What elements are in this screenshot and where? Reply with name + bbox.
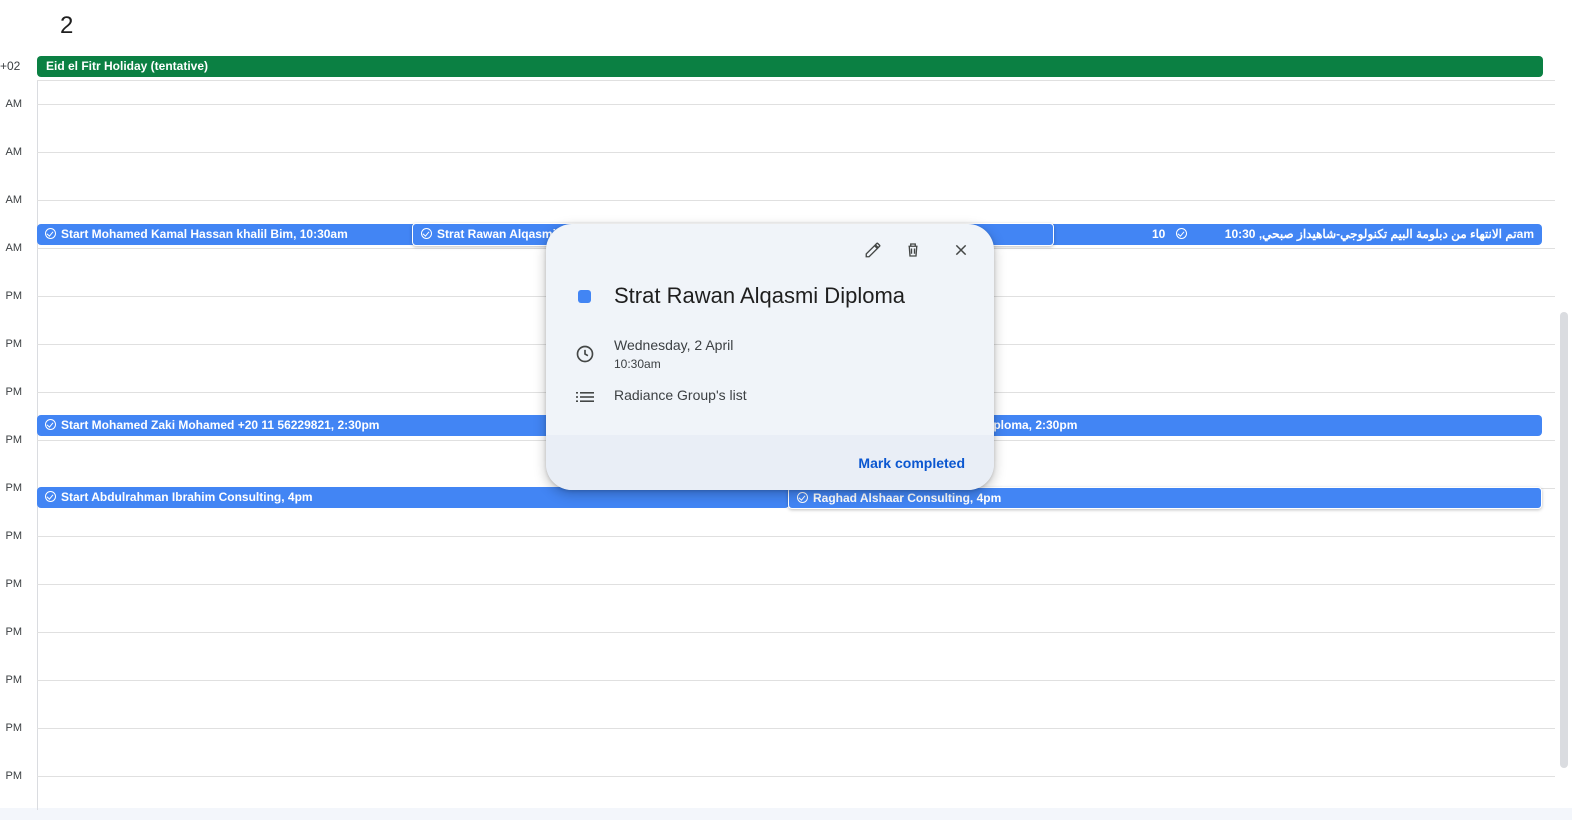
hour-label: AM	[5, 242, 23, 254]
grid-line	[37, 680, 1555, 681]
popup-task-list: Radiance Group's list	[614, 387, 747, 403]
hour-label: PM	[5, 386, 23, 398]
event-title: 10	[1152, 227, 1166, 241]
hour-label: PM	[5, 482, 23, 494]
all-day-event[interactable]: Eid el Fitr Holiday (tentative)	[37, 56, 1543, 77]
hour-label: PM	[5, 290, 23, 302]
task-check-icon	[45, 228, 56, 239]
edit-icon	[864, 241, 882, 264]
task-check-icon	[1176, 228, 1187, 239]
hour-label: PM	[5, 674, 23, 686]
event-title: تم الانتهاء من دبلومة البيم تكنولوجي-شاه…	[1224, 227, 1534, 241]
hour-label: PM	[5, 434, 23, 446]
time-gutter-divider	[37, 80, 38, 810]
event-task-raghad[interactable]: Raghad Alshaar Consulting, 4pm	[788, 487, 1542, 509]
mark-completed-button[interactable]: Mark completed	[858, 455, 965, 471]
task-check-icon	[45, 491, 56, 502]
hour-label: PM	[5, 770, 23, 782]
close-icon	[953, 242, 969, 263]
task-check-icon	[797, 492, 808, 503]
edit-button[interactable]	[861, 240, 885, 264]
close-button[interactable]	[949, 240, 973, 264]
task-check-icon	[421, 228, 432, 239]
grid-line	[37, 632, 1555, 633]
event-task-abdulrahman[interactable]: Start Abdulrahman Ibrahim Consulting, 4p…	[37, 487, 789, 508]
hour-label: AM	[5, 146, 23, 158]
timezone-label: +02	[0, 59, 21, 73]
event-title: Start Abdulrahman Ibrahim Consulting, 4p…	[61, 490, 313, 504]
grid-line	[37, 776, 1555, 777]
hour-label: PM	[5, 626, 23, 638]
task-check-icon	[45, 419, 56, 430]
event-task-arabic[interactable]: تم الانتهاء من دبلومة البيم تكنولوجي-شاه…	[1166, 224, 1542, 245]
grid-line	[37, 200, 1555, 201]
delete-icon	[904, 241, 922, 264]
hour-label: PM	[5, 578, 23, 590]
vertical-scrollbar[interactable]	[1560, 312, 1568, 768]
event-title: iploma, 2:30pm	[990, 418, 1078, 432]
event-title: Raghad Alshaar Consulting, 4pm	[813, 491, 1002, 505]
event-title: Start Mohamed Zaki Mohamed +20 11 562298…	[61, 418, 380, 432]
bottom-strip	[0, 808, 1572, 820]
event-title: Strat Rawan Alqasmi	[437, 227, 556, 241]
grid-line	[37, 584, 1555, 585]
grid-line	[37, 152, 1555, 153]
hour-label: PM	[5, 722, 23, 734]
event-color-swatch	[578, 290, 591, 303]
hour-label: AM	[5, 98, 23, 110]
grid-line	[37, 104, 1555, 105]
day-number[interactable]: 2	[60, 12, 73, 40]
grid-line	[37, 80, 1555, 81]
popup-title: Strat Rawan Alqasmi Diploma	[614, 283, 906, 308]
event-task-kamal[interactable]: Start Mohamed Kamal Hassan khalil Bim, 1…	[37, 224, 417, 245]
clock-icon	[575, 344, 595, 369]
delete-button[interactable]	[901, 240, 925, 264]
list-icon	[576, 390, 594, 408]
grid-line	[37, 728, 1555, 729]
hour-label: PM	[5, 530, 23, 542]
hour-label: PM	[5, 338, 23, 350]
grid-line	[37, 536, 1555, 537]
event-title: Start Mohamed Kamal Hassan khalil Bim, 1…	[61, 227, 348, 241]
popup-date: Wednesday, 2 April	[614, 337, 734, 353]
hour-label: AM	[5, 194, 23, 206]
popup-time: 10:30am	[614, 357, 661, 371]
event-detail-popup: Strat Rawan Alqasmi Diploma Wednesday, 2…	[546, 224, 994, 490]
